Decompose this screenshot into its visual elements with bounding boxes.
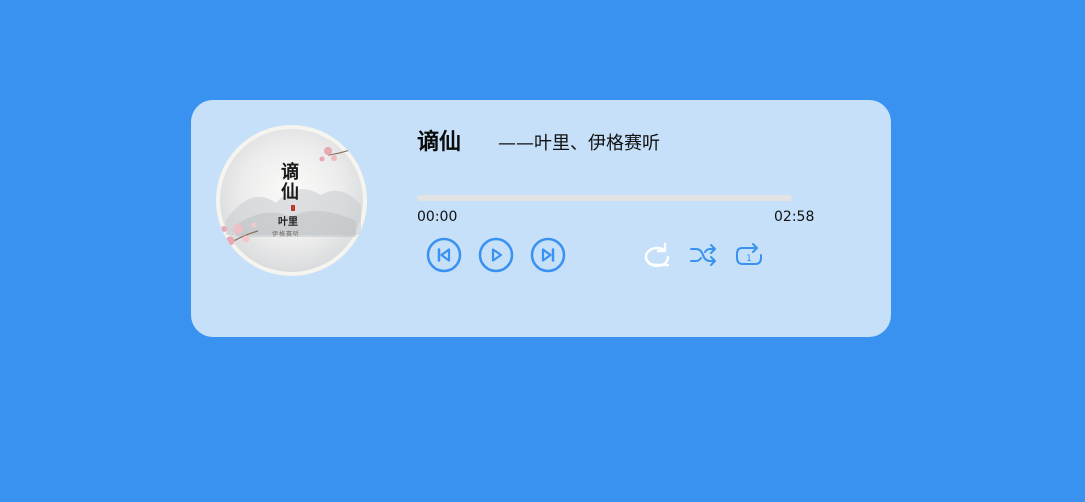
album-cover-credit: 伊格赛听 xyxy=(272,231,301,238)
repeat-one-icon: 1 xyxy=(736,243,762,265)
play-button[interactable] xyxy=(478,237,514,277)
repeat-icon xyxy=(644,242,670,268)
album-cover-title: 谪 仙 xyxy=(278,163,302,203)
shuffle-icon xyxy=(690,244,716,266)
album-cover-title-line2: 仙 xyxy=(281,182,299,203)
shuffle-button[interactable] xyxy=(689,241,717,273)
previous-button[interactable] xyxy=(426,237,462,277)
song-title: 谪仙 xyxy=(417,130,462,155)
current-time: 00:00 xyxy=(417,209,458,225)
repeat-button[interactable] xyxy=(642,241,672,273)
album-cover-artist: 叶里 xyxy=(278,217,298,228)
album-cover-title-line1: 谪 xyxy=(281,162,299,183)
album-cover: 谪 仙 叶里 伊格赛听 xyxy=(216,125,367,276)
total-time: 02:58 xyxy=(774,209,815,225)
progress-bar[interactable] xyxy=(417,195,792,201)
play-icon xyxy=(478,237,514,273)
song-artist: ——叶里、伊格赛听 xyxy=(498,133,660,154)
repeat-one-button[interactable]: 1 xyxy=(734,241,764,273)
skip-previous-icon xyxy=(426,237,462,273)
repeat-one-badge: 1 xyxy=(746,254,752,264)
music-player-card: 谪 仙 叶里 伊格赛听 谪仙 ——叶里、伊格赛听 00:00 02:58 1 xyxy=(191,100,891,337)
skip-next-icon xyxy=(530,237,566,273)
next-button[interactable] xyxy=(530,237,566,277)
